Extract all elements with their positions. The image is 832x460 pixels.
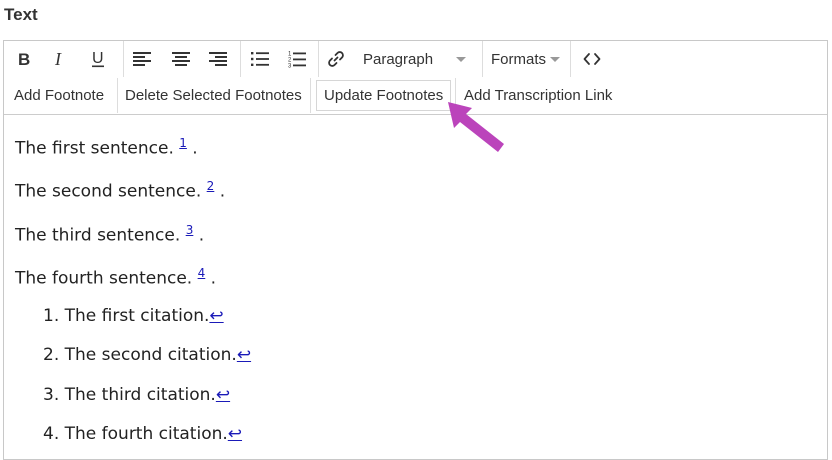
back-reference-link[interactable]: ↩ [237, 345, 251, 365]
paragraph: The third sentence. 3 . [15, 223, 204, 246]
sentence-period: . [198, 225, 205, 246]
bold-button[interactable]: B [10, 44, 38, 74]
toolbar-row-footnotes: Add Footnote Delete Selected Footnotes U… [4, 78, 827, 113]
citation-list-item: 4. The fourth citation.↩ [43, 424, 242, 444]
numbered-list-icon: 1 2 3 [288, 52, 306, 69]
sentence-period: . [192, 138, 198, 159]
citation-list-item: 3. The third citation.↩ [43, 385, 230, 405]
back-reference-link[interactable]: ↩ [216, 385, 230, 405]
citation-text: The first citation. [64, 306, 210, 326]
toolbar-separator [570, 41, 571, 77]
align-center-icon [172, 52, 190, 66]
toolbar-separator [117, 78, 118, 113]
citation-number: 1. [43, 306, 60, 326]
back-reference-link[interactable]: ↩ [228, 424, 242, 444]
numbered-list-button[interactable]: 1 2 3 [283, 44, 311, 74]
toolbar-row-formatting: B I U 1 2 3 Paragraph Formats [4, 41, 827, 77]
align-center-button[interactable] [167, 44, 195, 74]
add-footnote-button[interactable]: Add Footnote [14, 80, 104, 111]
paragraph: The fourth sentence. 4 . [15, 266, 216, 289]
footnote-ref-link[interactable]: 4 [198, 266, 206, 280]
toolbar-separator [318, 41, 319, 77]
bullet-list-button[interactable] [246, 44, 274, 74]
citation-number: 3. [43, 385, 60, 405]
formats-menu-button[interactable]: Formats [491, 44, 566, 74]
update-footnotes-button[interactable]: Update Footnotes [316, 80, 452, 111]
footnote-ref-link[interactable]: 1 [179, 136, 187, 150]
toolbar-separator [240, 41, 241, 77]
block-format-select[interactable]: Paragraph [363, 44, 473, 74]
paragraph-text: The fourth sentence. [15, 268, 193, 289]
citation-text: The third citation. [64, 385, 216, 405]
editor-toolbar: B I U 1 2 3 Paragraph Formats Add Footno… [4, 41, 827, 115]
back-reference-link[interactable]: ↩ [209, 306, 223, 326]
svg-text:I: I [54, 50, 62, 68]
align-left-button[interactable] [128, 44, 156, 74]
toolbar-separator [310, 78, 311, 113]
align-right-button[interactable] [204, 44, 232, 74]
paragraph-text: The first sentence. [15, 138, 174, 159]
code-view-icon [583, 53, 601, 65]
footnote-ref-link[interactable]: 3 [186, 223, 194, 237]
source-code-button[interactable] [578, 44, 606, 74]
bullet-list-icon [251, 52, 269, 66]
chevron-down-icon [550, 57, 560, 62]
footnote-ref-link[interactable]: 2 [207, 179, 215, 193]
citation-list-item: 1. The first citation.↩ [43, 306, 224, 326]
paragraph: The first sentence. 1 . [15, 136, 198, 159]
insert-link-button[interactable] [322, 44, 350, 74]
citation-list-item: 2. The second citation.↩ [43, 345, 251, 365]
underline-button[interactable]: U [84, 44, 112, 74]
delete-selected-footnotes-button[interactable]: Delete Selected Footnotes [125, 80, 302, 111]
svg-text:3: 3 [288, 64, 292, 69]
link-icon [328, 51, 344, 67]
paragraph: The second sentence. 2 . [15, 179, 225, 202]
toolbar-separator [123, 41, 124, 77]
annotation-arrow-icon [448, 102, 504, 152]
sentence-period: . [210, 268, 217, 289]
field-label: Text [4, 5, 38, 24]
svg-text:B: B [18, 50, 30, 68]
rich-text-editor: B I U 1 2 3 Paragraph Formats Add Footno… [3, 40, 828, 460]
block-format-value: Paragraph [363, 50, 434, 68]
formats-menu-label: Formats [491, 50, 547, 68]
paragraph-text: The second sentence. [15, 181, 202, 202]
chevron-down-icon [456, 57, 466, 62]
align-right-icon [209, 52, 227, 66]
citation-text: The fourth citation. [64, 424, 228, 444]
citation-number: 2. [43, 345, 60, 365]
bold-icon: B [18, 50, 30, 68]
italic-icon: I [54, 50, 62, 68]
citation-number: 4. [43, 424, 60, 444]
align-left-icon [133, 52, 151, 66]
underline-icon: U [92, 50, 104, 68]
italic-button[interactable]: I [46, 44, 74, 74]
paragraph-text: The third sentence. [15, 225, 181, 246]
toolbar-separator [482, 41, 483, 77]
citation-text: The second citation. [64, 345, 237, 365]
svg-text:U: U [92, 50, 104, 67]
sentence-period: . [219, 181, 226, 202]
